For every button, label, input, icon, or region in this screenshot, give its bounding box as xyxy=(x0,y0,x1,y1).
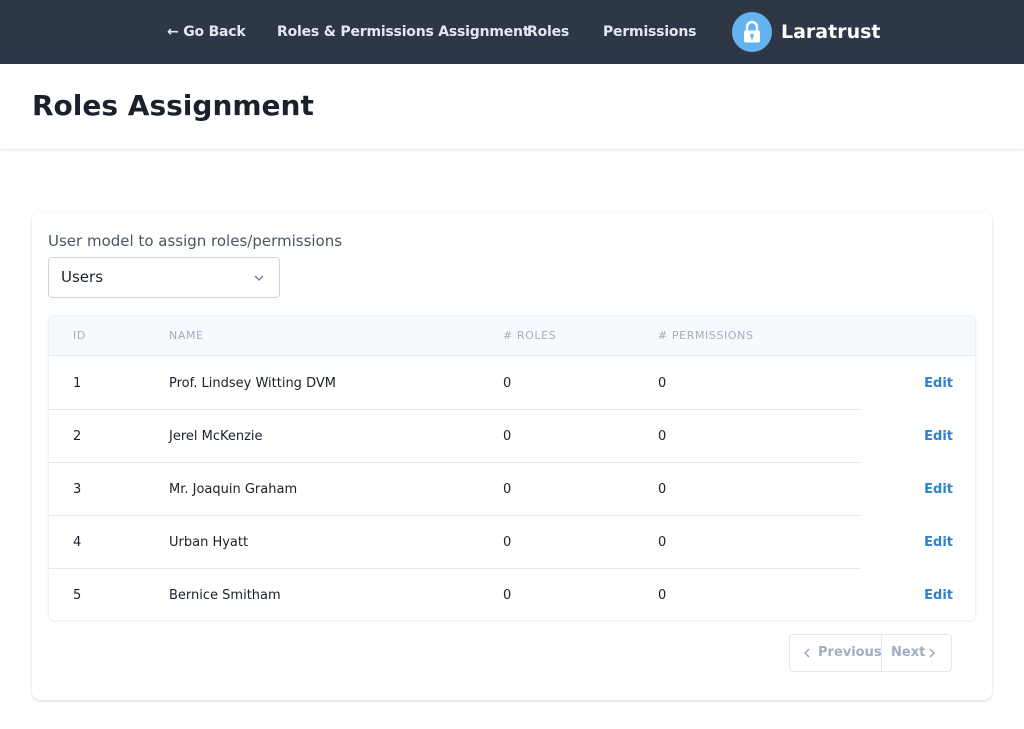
previous-label: Previous xyxy=(818,645,882,660)
nav-roles[interactable]: Roles xyxy=(527,0,569,64)
cell-name: Urban Hyatt xyxy=(169,535,249,550)
pagination: Previous Next xyxy=(789,634,952,672)
cell-id: 4 xyxy=(73,535,82,550)
user-model-select[interactable]: Users xyxy=(48,257,280,298)
cell-roles: 0 xyxy=(503,429,512,444)
cell-name: Bernice Smitham xyxy=(169,588,281,603)
table-header: ID NAME # ROLES # PERMISSIONS xyxy=(49,316,975,356)
nav-permissions[interactable]: Permissions xyxy=(603,0,696,64)
top-nav: ← Go Back Roles & Permissions Assignment… xyxy=(0,0,1024,64)
cell-name: Prof. Lindsey Witting DVM xyxy=(169,376,336,391)
lock-icon xyxy=(732,12,772,52)
cell-permissions: 0 xyxy=(658,482,667,497)
go-back-link[interactable]: ← Go Back xyxy=(167,0,246,64)
chevron-down-icon xyxy=(254,275,264,281)
table-row: 4 Urban Hyatt 0 0 Edit xyxy=(49,516,975,569)
users-table: ID NAME # ROLES # PERMISSIONS 1 Prof. Li… xyxy=(48,315,976,621)
cell-permissions: 0 xyxy=(658,588,667,603)
cell-permissions: 0 xyxy=(658,376,667,391)
brand-name: Laratrust xyxy=(781,21,881,43)
nav-roles-permissions-assignment[interactable]: Roles & Permissions Assignment xyxy=(277,0,530,64)
cell-roles: 0 xyxy=(503,482,512,497)
table-row: 1 Prof. Lindsey Witting DVM 0 0 Edit xyxy=(49,357,975,410)
cell-roles: 0 xyxy=(503,535,512,550)
cell-permissions: 0 xyxy=(658,535,667,550)
assignment-card: User model to assign roles/permissions U… xyxy=(32,212,992,700)
column-header-roles: # ROLES xyxy=(503,329,557,342)
chevron-left-icon xyxy=(803,648,810,658)
page-title: Roles Assignment xyxy=(32,89,314,122)
model-select-value: Users xyxy=(61,268,104,286)
cell-id: 3 xyxy=(73,482,82,497)
column-header-name: NAME xyxy=(169,329,204,342)
next-label: Next xyxy=(891,645,926,660)
cell-roles: 0 xyxy=(503,588,512,603)
cell-id: 2 xyxy=(73,429,82,444)
cell-roles: 0 xyxy=(503,376,512,391)
cell-id: 5 xyxy=(73,588,82,603)
edit-link[interactable]: Edit xyxy=(924,357,953,410)
next-button[interactable]: Next xyxy=(882,635,951,671)
edit-link[interactable]: Edit xyxy=(924,410,953,463)
previous-button[interactable]: Previous xyxy=(790,635,882,671)
cell-name: Mr. Joaquin Graham xyxy=(169,482,298,497)
table-row: 3 Mr. Joaquin Graham 0 0 Edit xyxy=(49,463,975,516)
cell-id: 1 xyxy=(73,376,82,391)
model-select-label: User model to assign roles/permissions xyxy=(48,232,343,250)
table-row: 5 Bernice Smitham 0 0 Edit xyxy=(49,569,975,620)
edit-link[interactable]: Edit xyxy=(924,569,953,620)
page-header: Roles Assignment xyxy=(0,64,1024,150)
cell-name: Jerel McKenzie xyxy=(169,429,263,444)
table-row: 2 Jerel McKenzie 0 0 Edit xyxy=(49,410,975,463)
edit-link[interactable]: Edit xyxy=(924,463,953,516)
edit-link[interactable]: Edit xyxy=(924,516,953,569)
column-header-permissions: # PERMISSIONS xyxy=(658,329,754,342)
cell-permissions: 0 xyxy=(658,429,667,444)
column-header-id: ID xyxy=(73,329,86,342)
chevron-right-icon xyxy=(929,648,936,658)
